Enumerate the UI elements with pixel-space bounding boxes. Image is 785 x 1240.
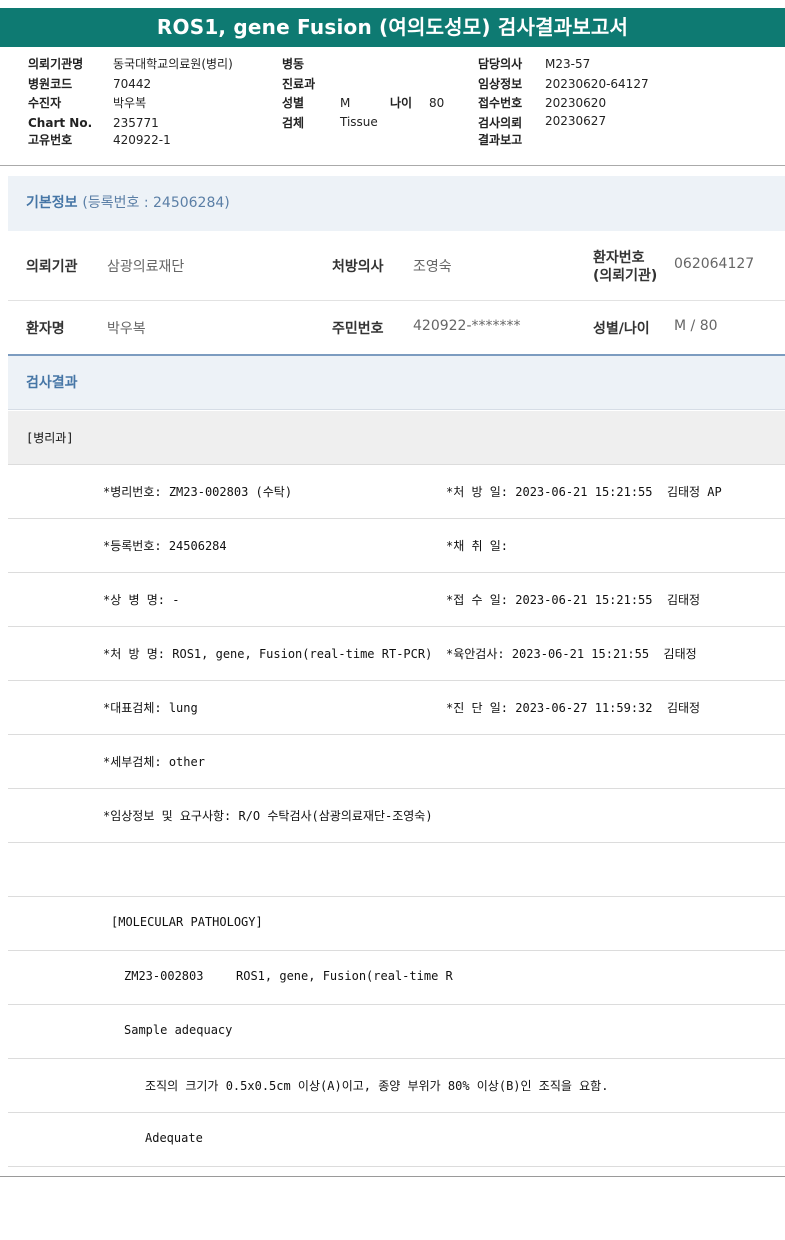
header-value: 420922-1 xyxy=(113,133,171,147)
header-value: 박우복 xyxy=(113,96,147,110)
header-label: 병동 xyxy=(282,57,305,71)
result-row: *상 병 명: - *접 수 일: 2023-06-21 15:21:55 김태… xyxy=(8,573,785,627)
info-value: 420922-******* xyxy=(413,318,521,334)
adequacy-criteria: 조직의 크기가 0.5x0.5cm 이상(A)이고, 종양 부위가 80% 이상… xyxy=(145,1079,609,1093)
info-label: 주민번호 xyxy=(332,321,384,337)
result-row: [MOLECULAR PATHOLOGY] xyxy=(8,897,785,951)
result-right: *접 수 일: 2023-06-21 15:21:55 김태정 xyxy=(446,593,701,607)
header-labels-col2: 병동 진료과 성별 검체 xyxy=(282,55,342,133)
header-label: 접수번호 xyxy=(478,96,523,110)
result-right: *처 방 일: 2023-06-21 15:21:55 김태정 AP xyxy=(446,485,722,499)
result-left: *처 방 명: ROS1, gene, Fusion(real-time RT-… xyxy=(103,647,433,661)
header-value: M23-57 xyxy=(545,57,591,71)
basic-info-row: 환자명 박우복 주민번호 420922-******* 성별/나이 M / 80 xyxy=(8,301,785,354)
result-row: ZM23-002803 ROS1, gene, Fusion(real-time… xyxy=(8,951,785,1005)
header-values-col1: 동국대학교의료원(병리) 70442 박우복 235771 420922-1 xyxy=(113,55,273,151)
result-left: *상 병 명: - xyxy=(103,593,180,607)
header-value-specimen: Tissue xyxy=(340,115,378,129)
result-left: *대표검체: lung xyxy=(103,701,198,715)
header-values-col3: M23-57 20230620-64127 20230620 20230627 xyxy=(545,55,745,131)
result-row: *임상정보 및 요구사항: R/O 수탁검사(삼광의료재단-조영숙) xyxy=(8,789,785,843)
info-value: M / 80 xyxy=(674,318,718,334)
header-label: 의뢰기관명 xyxy=(28,57,84,71)
blank-row xyxy=(8,843,785,897)
header-label: 성별 xyxy=(282,96,305,110)
basic-info-row: 의뢰기관 삼광의료재단 처방의사 조영숙 환자번호 (의뢰기관) 0620641… xyxy=(8,231,785,301)
result-left: *병리번호: ZM23-002803 (수탁) xyxy=(103,485,293,499)
pathology-code: ZM23-002803 xyxy=(124,969,204,983)
result-left: *임상정보 및 요구사항: R/O 수탁검사(삼광의료재단-조영숙) xyxy=(103,809,433,823)
header-label: 임상정보 xyxy=(478,76,523,91)
header-labels-col3: 담당의사 임상정보 접수번호 검사의뢰 결과보고 xyxy=(478,55,548,151)
header-label-age: 나이 xyxy=(390,96,413,110)
result-right: *진 단 일: 2023-06-27 11:59:32 김태정 xyxy=(446,701,701,715)
header-label: 검체 xyxy=(282,115,305,130)
result-row: Sample adequacy xyxy=(8,1005,785,1059)
bottom-divider xyxy=(0,1176,785,1177)
header-value-sex: M xyxy=(340,96,351,110)
report-title: ROS1, gene Fusion (여의도성모) 검사결과보고서 xyxy=(0,8,785,47)
result-row: *대표검체: lung *진 단 일: 2023-06-27 11:59:32 … xyxy=(8,681,785,735)
header-value-age: 80 xyxy=(429,96,445,110)
header-label: 고유번호 xyxy=(28,133,73,147)
result-row: Adequate xyxy=(8,1113,785,1167)
info-value: 삼광의료재단 xyxy=(107,259,185,275)
header-value: 20230620-64127 xyxy=(545,76,649,91)
header-value: 70442 xyxy=(113,76,152,91)
molecular-heading: [MOLECULAR PATHOLOGY] xyxy=(111,915,263,929)
header-labels-col1: 의뢰기관명 병원코드 수진자 Chart No. 고유번호 xyxy=(28,55,108,151)
header-label: 담당의사 xyxy=(478,57,523,71)
result-right: *채 취 일: xyxy=(446,539,509,553)
result-row: *병리번호: ZM23-002803 (수탁) *처 방 일: 2023-06-… xyxy=(8,465,785,519)
test-name: ROS1, gene, Fusion(real-time R xyxy=(236,969,453,983)
department-row: [병리과] xyxy=(8,411,785,465)
basic-info-header: 기본정보 (등록번호 : 24506284) xyxy=(8,176,785,231)
header-label: 병원코드 xyxy=(28,76,73,91)
sample-adequacy-label: Sample adequacy xyxy=(124,1023,233,1037)
results-header: 검사결과 xyxy=(8,356,785,410)
header-divider xyxy=(0,165,785,166)
header-value: 동국대학교의료원(병리) xyxy=(113,57,233,71)
result-row: *등록번호: 24506284 *채 취 일: xyxy=(8,519,785,573)
result-right: *육안검사: 2023-06-21 15:21:55 김태정 xyxy=(446,647,697,661)
info-label: 처방의사 xyxy=(332,259,384,275)
info-label: 의뢰기관 xyxy=(26,259,78,275)
info-value: 062064127 xyxy=(674,256,755,272)
info-label: 성별/나이 xyxy=(593,321,650,337)
result-left: *등록번호: 24506284 xyxy=(103,539,227,553)
result-row: *처 방 명: ROS1, gene, Fusion(real-time RT-… xyxy=(8,627,785,681)
info-label: 환자번호 xyxy=(593,250,645,266)
info-label-sub: (의뢰기관) xyxy=(593,268,658,284)
header-label: 결과보고 xyxy=(478,133,523,147)
header-label: 수진자 xyxy=(28,96,62,110)
results-title: 검사결과 xyxy=(26,375,78,391)
registration-number: (등록번호 : 24506284) xyxy=(82,195,230,211)
department-label: [병리과] xyxy=(26,431,74,445)
info-value: 조영숙 xyxy=(413,259,452,275)
header-value: 20230627 xyxy=(545,113,607,128)
result-left: *세부검체: other xyxy=(103,755,205,769)
adequacy-result: Adequate xyxy=(145,1131,203,1145)
info-label: 환자명 xyxy=(26,321,65,337)
result-row: *세부검체: other xyxy=(8,735,785,789)
result-row: 조직의 크기가 0.5x0.5cm 이상(A)이고, 종양 부위가 80% 이상… xyxy=(8,1059,785,1113)
basic-info-title: 기본정보 xyxy=(26,195,78,211)
header-label: 진료과 xyxy=(282,76,316,91)
info-value: 박우복 xyxy=(107,321,146,337)
